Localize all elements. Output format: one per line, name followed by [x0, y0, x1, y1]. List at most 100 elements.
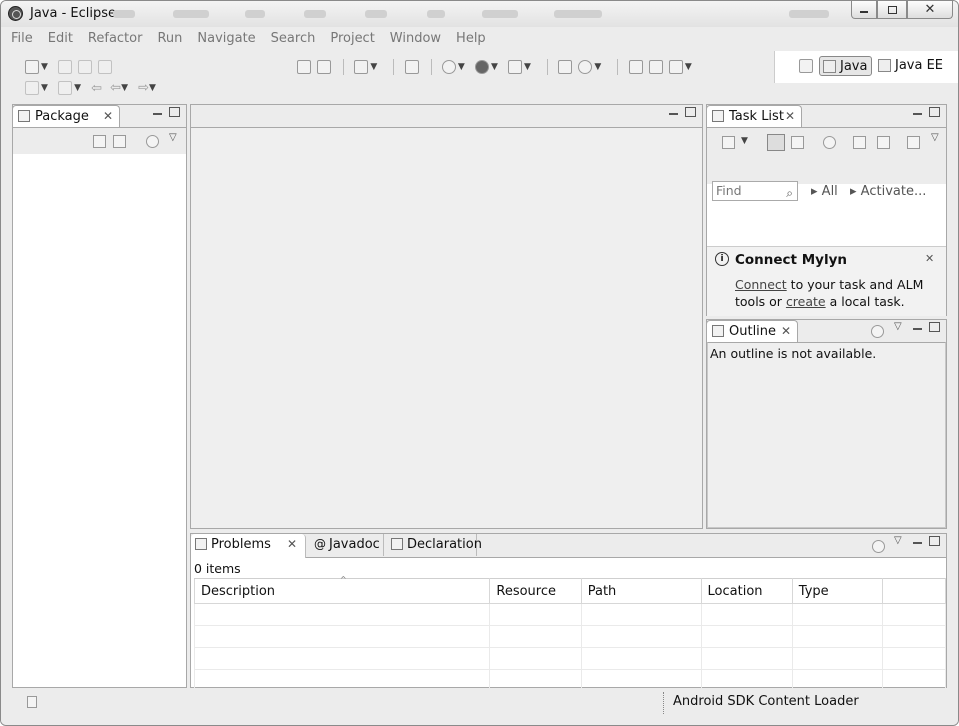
javaee-perspective-icon	[878, 59, 891, 72]
minimize-view-icon[interactable]	[913, 539, 922, 544]
run-icon[interactable]	[474, 60, 489, 74]
maximize-view-icon[interactable]	[929, 107, 940, 117]
view-menu-icon[interactable]: ▽	[931, 132, 939, 143]
eclipse-window: Java - Eclipse ✕ File Edit Refactor Run …	[0, 0, 959, 726]
column-resource[interactable]: Resource	[489, 578, 582, 604]
maximize-editor-icon[interactable]	[685, 107, 696, 117]
java-perspective-button[interactable]: Java	[819, 56, 873, 76]
task-find-field[interactable]: Find ⌕	[712, 181, 798, 201]
fast-view-icon[interactable]	[27, 696, 37, 708]
close-window-button[interactable]: ✕	[907, 1, 953, 19]
collapse-all-icon[interactable]	[877, 136, 890, 149]
javaee-perspective-button[interactable]: Java EE	[875, 56, 947, 76]
menu-navigate[interactable]: Navigate	[197, 31, 255, 46]
synchronize-icon[interactable]	[907, 136, 920, 149]
previous-annotation-dropdown-icon[interactable]: ▼	[74, 83, 81, 93]
search-dropdown-icon[interactable]: ▼	[685, 62, 692, 72]
hide-completed-icon[interactable]	[853, 136, 866, 149]
close-tab-icon[interactable]: ✕	[103, 106, 113, 127]
minimize-window-button[interactable]	[851, 1, 877, 19]
print-icon[interactable]	[98, 60, 113, 74]
connect-link[interactable]: Connect	[735, 277, 787, 292]
previous-annotation-icon[interactable]	[58, 81, 73, 95]
minimize-view-icon[interactable]	[913, 325, 922, 330]
menu-edit[interactable]: Edit	[48, 31, 73, 46]
menu-help[interactable]: Help	[456, 31, 486, 46]
restore-window-button[interactable]	[877, 1, 907, 19]
minimize-editor-icon[interactable]	[669, 110, 678, 115]
next-annotation-icon[interactable]	[25, 81, 39, 95]
close-tab-icon[interactable]: ✕	[287, 534, 297, 555]
minimize-view-icon[interactable]	[913, 110, 922, 115]
tab-declaration[interactable]: Declaration	[387, 534, 482, 556]
focus-workweek-icon[interactable]	[823, 136, 836, 149]
debug-icon[interactable]	[441, 60, 456, 74]
android-avd-manager-icon[interactable]	[317, 60, 332, 74]
maximize-view-icon[interactable]	[929, 322, 940, 332]
menu-refactor[interactable]: Refactor	[88, 31, 143, 46]
open-task-icon[interactable]	[648, 60, 663, 74]
new-java-class-dropdown-icon[interactable]: ▼	[594, 62, 601, 72]
next-annotation-dropdown-icon[interactable]: ▼	[41, 83, 48, 93]
new-java-class-icon[interactable]	[578, 60, 593, 74]
maximize-view-icon[interactable]	[929, 536, 940, 546]
tab-outline[interactable]: Outline ✕	[706, 320, 798, 342]
maximize-view-icon[interactable]	[169, 107, 180, 117]
minimize-view-icon[interactable]	[153, 110, 162, 115]
new-task-icon[interactable]	[722, 136, 735, 149]
lint-check-icon[interactable]	[354, 60, 369, 74]
tab-package[interactable]: Package ✕	[12, 105, 120, 127]
menu-search[interactable]: Search	[271, 31, 316, 46]
focus-on-task-icon[interactable]	[872, 540, 885, 553]
task-list-tab-bar: Task List ✕	[706, 105, 946, 127]
link-with-editor-icon[interactable]	[113, 135, 126, 148]
save-all-icon[interactable]	[78, 60, 93, 74]
new-android-project-icon[interactable]	[404, 60, 419, 74]
menu-window[interactable]: Window	[390, 31, 441, 46]
external-tools-dropdown-icon[interactable]: ▼	[524, 62, 531, 72]
open-type-icon[interactable]	[628, 60, 643, 74]
android-sdk-manager-icon[interactable]	[297, 60, 311, 74]
open-perspective-icon[interactable]	[799, 59, 813, 73]
tab-javadoc[interactable]: @ Javadoc	[309, 534, 384, 556]
menu-project[interactable]: Project	[330, 31, 374, 46]
forward-icon[interactable]: ⇨	[138, 81, 149, 96]
create-link[interactable]: create	[786, 294, 826, 309]
activate-task-button[interactable]: ▸ Activate...	[850, 184, 926, 199]
tab-task-list[interactable]: Task List ✕	[706, 105, 802, 127]
scheduled-icon[interactable]	[791, 136, 804, 149]
close-tab-icon[interactable]: ✕	[785, 106, 795, 127]
lint-dropdown-icon[interactable]: ▼	[370, 62, 377, 72]
column-location[interactable]: Location	[700, 578, 793, 604]
close-tab-icon[interactable]: ✕	[781, 321, 791, 342]
close-mylyn-icon[interactable]: ✕	[925, 252, 934, 265]
focus-on-task-icon[interactable]	[146, 135, 159, 148]
new-dropdown-icon[interactable]: ▼	[41, 62, 48, 72]
search-icon[interactable]	[668, 60, 683, 74]
column-path[interactable]: Path	[580, 578, 702, 604]
menu-file[interactable]: File	[11, 31, 33, 46]
focus-on-task-icon[interactable]	[871, 325, 884, 338]
new-icon[interactable]	[25, 60, 39, 74]
last-edit-location-icon[interactable]: ⇦	[91, 81, 102, 96]
column-type[interactable]: Type	[791, 578, 884, 604]
view-menu-icon[interactable]: ▽	[894, 535, 902, 546]
categorized-icon[interactable]	[767, 134, 785, 151]
column-description[interactable]: Description ^	[193, 575, 491, 604]
new-java-package-icon[interactable]	[558, 60, 573, 74]
back-dropdown-icon[interactable]: ▼	[121, 83, 128, 93]
view-menu-icon[interactable]: ▽	[894, 321, 902, 332]
forward-dropdown-icon[interactable]: ▼	[149, 83, 156, 93]
save-icon[interactable]	[58, 60, 73, 74]
view-menu-icon[interactable]: ▽	[169, 132, 177, 143]
external-tools-icon[interactable]	[508, 60, 523, 74]
run-dropdown-icon[interactable]: ▼	[491, 62, 498, 72]
debug-dropdown-icon[interactable]: ▼	[458, 62, 465, 72]
filter-all-button[interactable]: ▸ All	[811, 184, 838, 199]
new-task-dropdown-icon[interactable]: ▼	[741, 136, 748, 146]
column-location-label: Location	[707, 583, 763, 599]
menu-run[interactable]: Run	[157, 31, 182, 46]
collapse-all-icon[interactable]	[93, 135, 106, 148]
back-icon[interactable]: ⇦	[110, 81, 121, 96]
tab-problems[interactable]: Problems ✕	[191, 534, 306, 558]
